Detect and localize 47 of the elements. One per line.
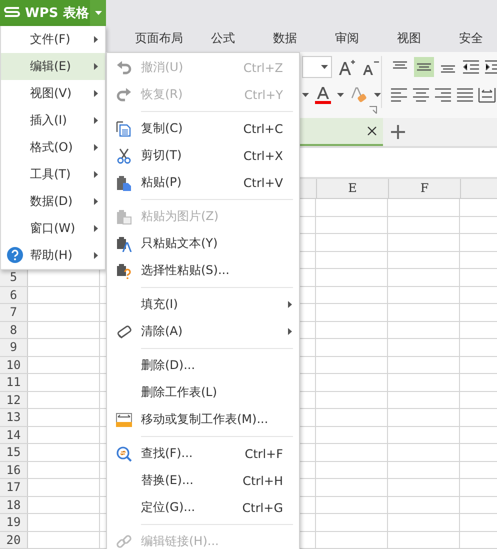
app-menu-button[interactable]: WPS 表格 bbox=[0, 0, 90, 26]
menu-item[interactable]: 复制(C) Ctrl+C bbox=[107, 115, 299, 142]
ribbon-tab[interactable]: 审阅 bbox=[316, 30, 378, 52]
menu-item[interactable]: 数据(D) bbox=[1, 188, 105, 215]
ribbon-tab[interactable]: 数据 bbox=[254, 30, 316, 52]
row-header[interactable]: 9 bbox=[0, 339, 28, 356]
menu-item[interactable]: 格式(O) bbox=[1, 134, 105, 161]
row-header[interactable]: 5 bbox=[0, 269, 28, 286]
menu-item[interactable]: 填充(I) bbox=[107, 291, 299, 318]
menu-item[interactable]: 帮助(H) bbox=[1, 242, 105, 269]
column-header[interactable]: F bbox=[389, 179, 461, 198]
ribbon-tab[interactable]: 视图 bbox=[378, 30, 440, 52]
menu-item[interactable]: 粘贴(P) Ctrl+V bbox=[107, 169, 299, 196]
menu-item[interactable]: 文件(F) bbox=[1, 26, 105, 53]
row-header[interactable]: 19 bbox=[0, 514, 28, 530]
menu-item[interactable]: 窗口(W) bbox=[1, 215, 105, 242]
ribbon-tab[interactable]: 安全 bbox=[440, 30, 497, 52]
row-header[interactable]: 14 bbox=[0, 426, 28, 443]
ribbon-tab[interactable]: 页面布局 bbox=[126, 30, 192, 52]
menu-item[interactable]: 工具(T) bbox=[1, 161, 105, 188]
menu-item[interactable]: 清除(A) bbox=[107, 318, 299, 345]
row-header[interactable]: 13 bbox=[0, 409, 28, 426]
row-header[interactable]: 15 bbox=[0, 444, 28, 460]
menu-item[interactable]: 视图(V) bbox=[1, 80, 105, 107]
menu-item[interactable]: 剪切(T) Ctrl+X bbox=[107, 142, 299, 169]
menu-item[interactable]: 插入(I) bbox=[1, 107, 105, 134]
menu-item[interactable]: 只粘贴文本(Y) bbox=[107, 230, 299, 257]
row-header[interactable]: 18 bbox=[0, 496, 28, 513]
menu-item[interactable]: 编辑(E) bbox=[1, 53, 105, 80]
row-header[interactable]: 11 bbox=[0, 374, 28, 390]
row-header[interactable]: 20 bbox=[0, 532, 28, 548]
ribbon-tab[interactable]: 公式 bbox=[192, 30, 254, 52]
row-header[interactable]: 8 bbox=[0, 322, 28, 338]
row-header[interactable]: 12 bbox=[0, 392, 28, 408]
menu-item[interactable]: 删除工作表(L) bbox=[107, 379, 299, 406]
menu-item[interactable]: 替换(E)... Ctrl+H bbox=[107, 467, 299, 494]
row-header[interactable]: 17 bbox=[0, 479, 28, 496]
menu-item[interactable]: 移动或复制工作表(M)... bbox=[107, 406, 299, 433]
row-header[interactable]: 10 bbox=[0, 356, 28, 373]
menu-item[interactable]: 查找(F)... Ctrl+F bbox=[107, 440, 299, 467]
row-header[interactable]: 6 bbox=[0, 286, 28, 303]
row-header[interactable]: 7 bbox=[0, 304, 28, 320]
menu-item[interactable]: 选择性粘贴(S)... bbox=[107, 257, 299, 284]
menu-item[interactable]: 删除(D)... bbox=[107, 352, 299, 379]
column-header[interactable]: E bbox=[317, 179, 389, 198]
menu-item[interactable]: 定位(G)... Ctrl+G bbox=[107, 494, 299, 521]
row-header[interactable]: 16 bbox=[0, 462, 28, 478]
